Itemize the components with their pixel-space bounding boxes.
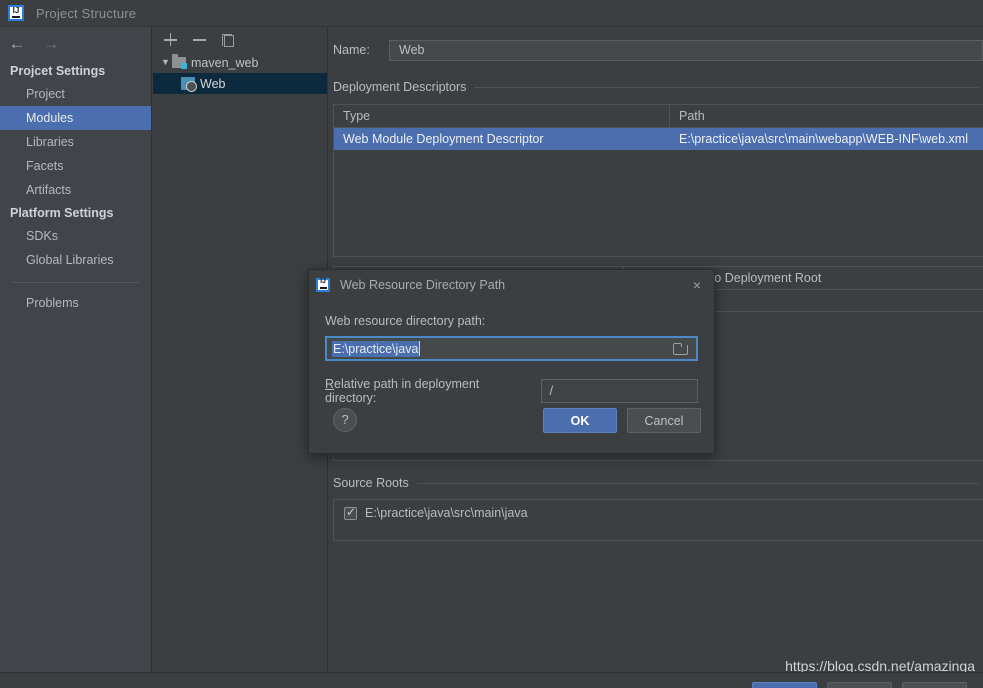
- project-structure-window: Project Structure ← → Projcet Settings P…: [0, 0, 983, 688]
- dialog-titlebar: Web Resource Directory Path ×: [309, 270, 714, 300]
- window-button-bar: [0, 672, 983, 688]
- copy-icon[interactable]: [222, 33, 234, 47]
- mnemonic-letter: R: [325, 377, 335, 391]
- sidebar-item-modules[interactable]: Modules: [0, 106, 151, 130]
- ok-button[interactable]: OK: [543, 408, 617, 433]
- source-roots-group-header: Source Roots: [329, 475, 983, 491]
- cell-path: E:\practice\java\src\main\webapp\WEB-INF…: [679, 132, 968, 146]
- window-titlebar: Project Structure: [0, 0, 983, 27]
- sidebar-item-artifacts[interactable]: Artifacts: [0, 178, 151, 202]
- sidebar-item-problems[interactable]: Problems: [0, 291, 151, 315]
- group-divider: [474, 86, 979, 88]
- modules-toolbar: [153, 27, 327, 52]
- group-divider: [416, 482, 979, 484]
- dialog-title: Web Resource Directory Path: [340, 278, 506, 292]
- name-label: Name:: [333, 43, 370, 57]
- label-text: Web resource directory path:: [325, 314, 486, 328]
- deployment-descriptors-group-header: Deployment Descriptors: [329, 79, 983, 95]
- add-icon[interactable]: [163, 32, 178, 47]
- chevron-down-icon[interactable]: ▼: [159, 58, 172, 67]
- settings-sidebar: ← → Projcet Settings Project Modules Lib…: [0, 27, 152, 672]
- module-folder-icon: [172, 54, 187, 69]
- web-facet-icon: [181, 77, 197, 92]
- web-resource-directory-path-label: Web resource directory path:: [325, 314, 698, 328]
- name-row: Name: Web: [329, 35, 983, 65]
- cell-type: Web Module Deployment Descriptor: [343, 132, 544, 146]
- folder-browse-icon[interactable]: [673, 343, 688, 355]
- source-roots-list: E:\practice\java\src\main\java: [333, 499, 983, 541]
- web-resource-directory-path-input[interactable]: E:\practice\java: [325, 336, 698, 361]
- column-header-path[interactable]: Path: [670, 105, 983, 127]
- cancel-button[interactable]: Cancel: [627, 408, 701, 433]
- group-label: Deployment Descriptors: [333, 80, 467, 94]
- intellij-idea-icon: [316, 278, 330, 292]
- source-root-path: E:\practice\java\src\main\java: [365, 506, 528, 520]
- sidebar-heading-project-settings: Projcet Settings: [10, 64, 106, 78]
- list-item[interactable]: E:\practice\java\src\main\java: [334, 500, 983, 526]
- help-button[interactable]: ?: [333, 408, 357, 432]
- modules-tree-panel: ▼ maven_web Web: [153, 27, 328, 672]
- forward-arrow-icon[interactable]: →: [42, 35, 60, 52]
- name-input[interactable]: Web: [389, 39, 983, 61]
- sidebar-item-global-libraries[interactable]: Global Libraries: [0, 248, 151, 272]
- table-row[interactable]: Web Module Deployment Descriptor E:\prac…: [334, 128, 983, 150]
- tree-node-maven-web[interactable]: ▼ maven_web: [153, 52, 327, 73]
- source-root-checkbox[interactable]: [344, 505, 357, 520]
- tree-node-label: maven_web: [191, 55, 259, 70]
- back-arrow-icon[interactable]: ←: [8, 35, 26, 52]
- sidebar-heading-platform-settings: Platform Settings: [10, 206, 114, 220]
- sidebar-nav-arrows: ← →: [0, 27, 151, 60]
- column-header-type[interactable]: Type: [334, 105, 670, 127]
- window-cancel-button[interactable]: [827, 682, 892, 688]
- dialog-footer: ? OK Cancel: [309, 399, 714, 453]
- tree-node-label: Web: [200, 76, 226, 91]
- window-title: Project Structure: [36, 5, 137, 21]
- sidebar-divider: [12, 282, 139, 283]
- close-icon[interactable]: ×: [690, 278, 704, 292]
- text-caret: [419, 341, 421, 356]
- path-input-value: E:\practice\java: [332, 340, 420, 357]
- sidebar-item-facets[interactable]: Facets: [0, 154, 151, 178]
- sidebar-item-sdks[interactable]: SDKs: [0, 224, 151, 248]
- table-header: Type Path: [334, 105, 983, 128]
- intellij-idea-icon: [8, 5, 24, 21]
- deployment-descriptors-table: Type Path Web Module Deployment Descript…: [333, 104, 983, 257]
- sidebar-item-project[interactable]: Project: [0, 82, 151, 106]
- remove-icon[interactable]: [192, 32, 207, 47]
- dialog-body: Web resource directory path: E:\practice…: [309, 300, 714, 405]
- group-label: Source Roots: [333, 476, 409, 490]
- window-ok-button[interactable]: [752, 682, 817, 688]
- sidebar-item-libraries[interactable]: Libraries: [0, 130, 151, 154]
- table-empty-area: [334, 150, 983, 256]
- window-apply-button[interactable]: [902, 682, 967, 688]
- tree-node-web[interactable]: Web: [153, 73, 327, 94]
- web-resource-directory-path-dialog: Web Resource Directory Path × Web resour…: [308, 269, 715, 454]
